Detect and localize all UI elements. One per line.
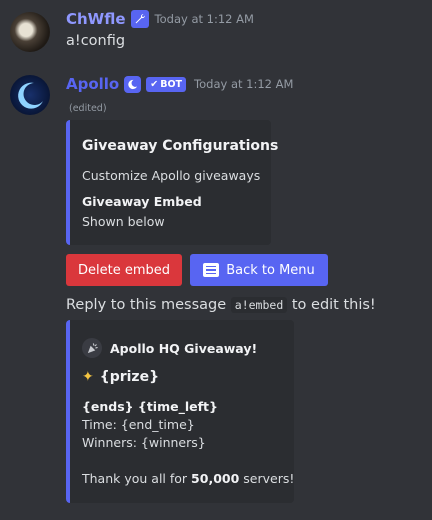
reply-hint-text: Reply to this message <box>66 297 227 313</box>
config-embed: Giveaway Configurations Customize Apollo… <box>66 120 278 245</box>
username[interactable]: ChWfle <box>66 10 126 28</box>
embed-title: Giveaway Configurations <box>82 138 279 154</box>
message-text: a!config <box>66 33 126 49</box>
timestamp: Today at 1:12 AM <box>154 12 254 26</box>
embed-description: Customize Apollo giveaways <box>82 168 261 183</box>
back-to-menu-label: Back to Menu <box>226 262 315 278</box>
footer-count: 50,000 <box>191 471 240 486</box>
embed-field-value: Shown below <box>82 214 165 229</box>
avatar[interactable] <box>10 12 50 52</box>
embed-field-name: Giveaway Embed <box>82 194 202 209</box>
edited-label: (edited) <box>69 103 107 114</box>
embed-footer-line: Thank you all for 50,000 servers! <box>82 471 294 486</box>
embed-title-row: ✦ {prize} <box>82 369 159 385</box>
avatar[interactable] <box>10 75 50 115</box>
back-to-menu-button[interactable]: Back to Menu <box>190 254 328 286</box>
timestamp: Today at 1:12 AM <box>194 77 294 91</box>
giveaway-preview-embed: Apollo HQ Giveaway! ✦ {prize} {ends} {ti… <box>66 320 294 503</box>
inline-code: a!embed <box>230 297 288 313</box>
party-popper-icon <box>82 338 102 358</box>
footer-text: Thank you all for <box>82 471 188 486</box>
crescent-moon-icon <box>18 82 43 109</box>
delete-embed-button[interactable]: Delete embed <box>66 254 182 286</box>
message-header: Apollo ✔ BOT Today at 1:12 AM <box>66 75 293 93</box>
sparkle-icon: ✦ <box>82 369 94 385</box>
check-icon: ✔ <box>150 78 159 90</box>
reply-hint-text-after: to edit this! <box>291 297 376 313</box>
bot-tag-label: BOT <box>160 78 183 90</box>
embed-title: {prize} <box>99 369 160 385</box>
wrench-icon <box>130 10 149 28</box>
message-header: ChWfle Today at 1:12 AM <box>66 10 254 28</box>
menu-icon <box>203 263 220 277</box>
embed-author-name: Apollo HQ Giveaway! <box>110 340 258 356</box>
footer-text-after: servers! <box>243 471 295 486</box>
embed-time-line: Time: {end_time} <box>82 417 195 432</box>
crescent-moon-icon <box>124 75 142 93</box>
embed-author: Apollo HQ Giveaway! <box>82 338 257 358</box>
embed-ends-line: {ends} {time_left} <box>82 399 218 414</box>
bot-tag: ✔ BOT <box>146 76 187 92</box>
reply-hint: Reply to this message a!embed to edit th… <box>66 297 376 313</box>
delete-embed-label: Delete embed <box>77 262 170 278</box>
embed-winners-line: Winners: {winners} <box>82 435 206 450</box>
username[interactable]: Apollo <box>66 75 119 93</box>
